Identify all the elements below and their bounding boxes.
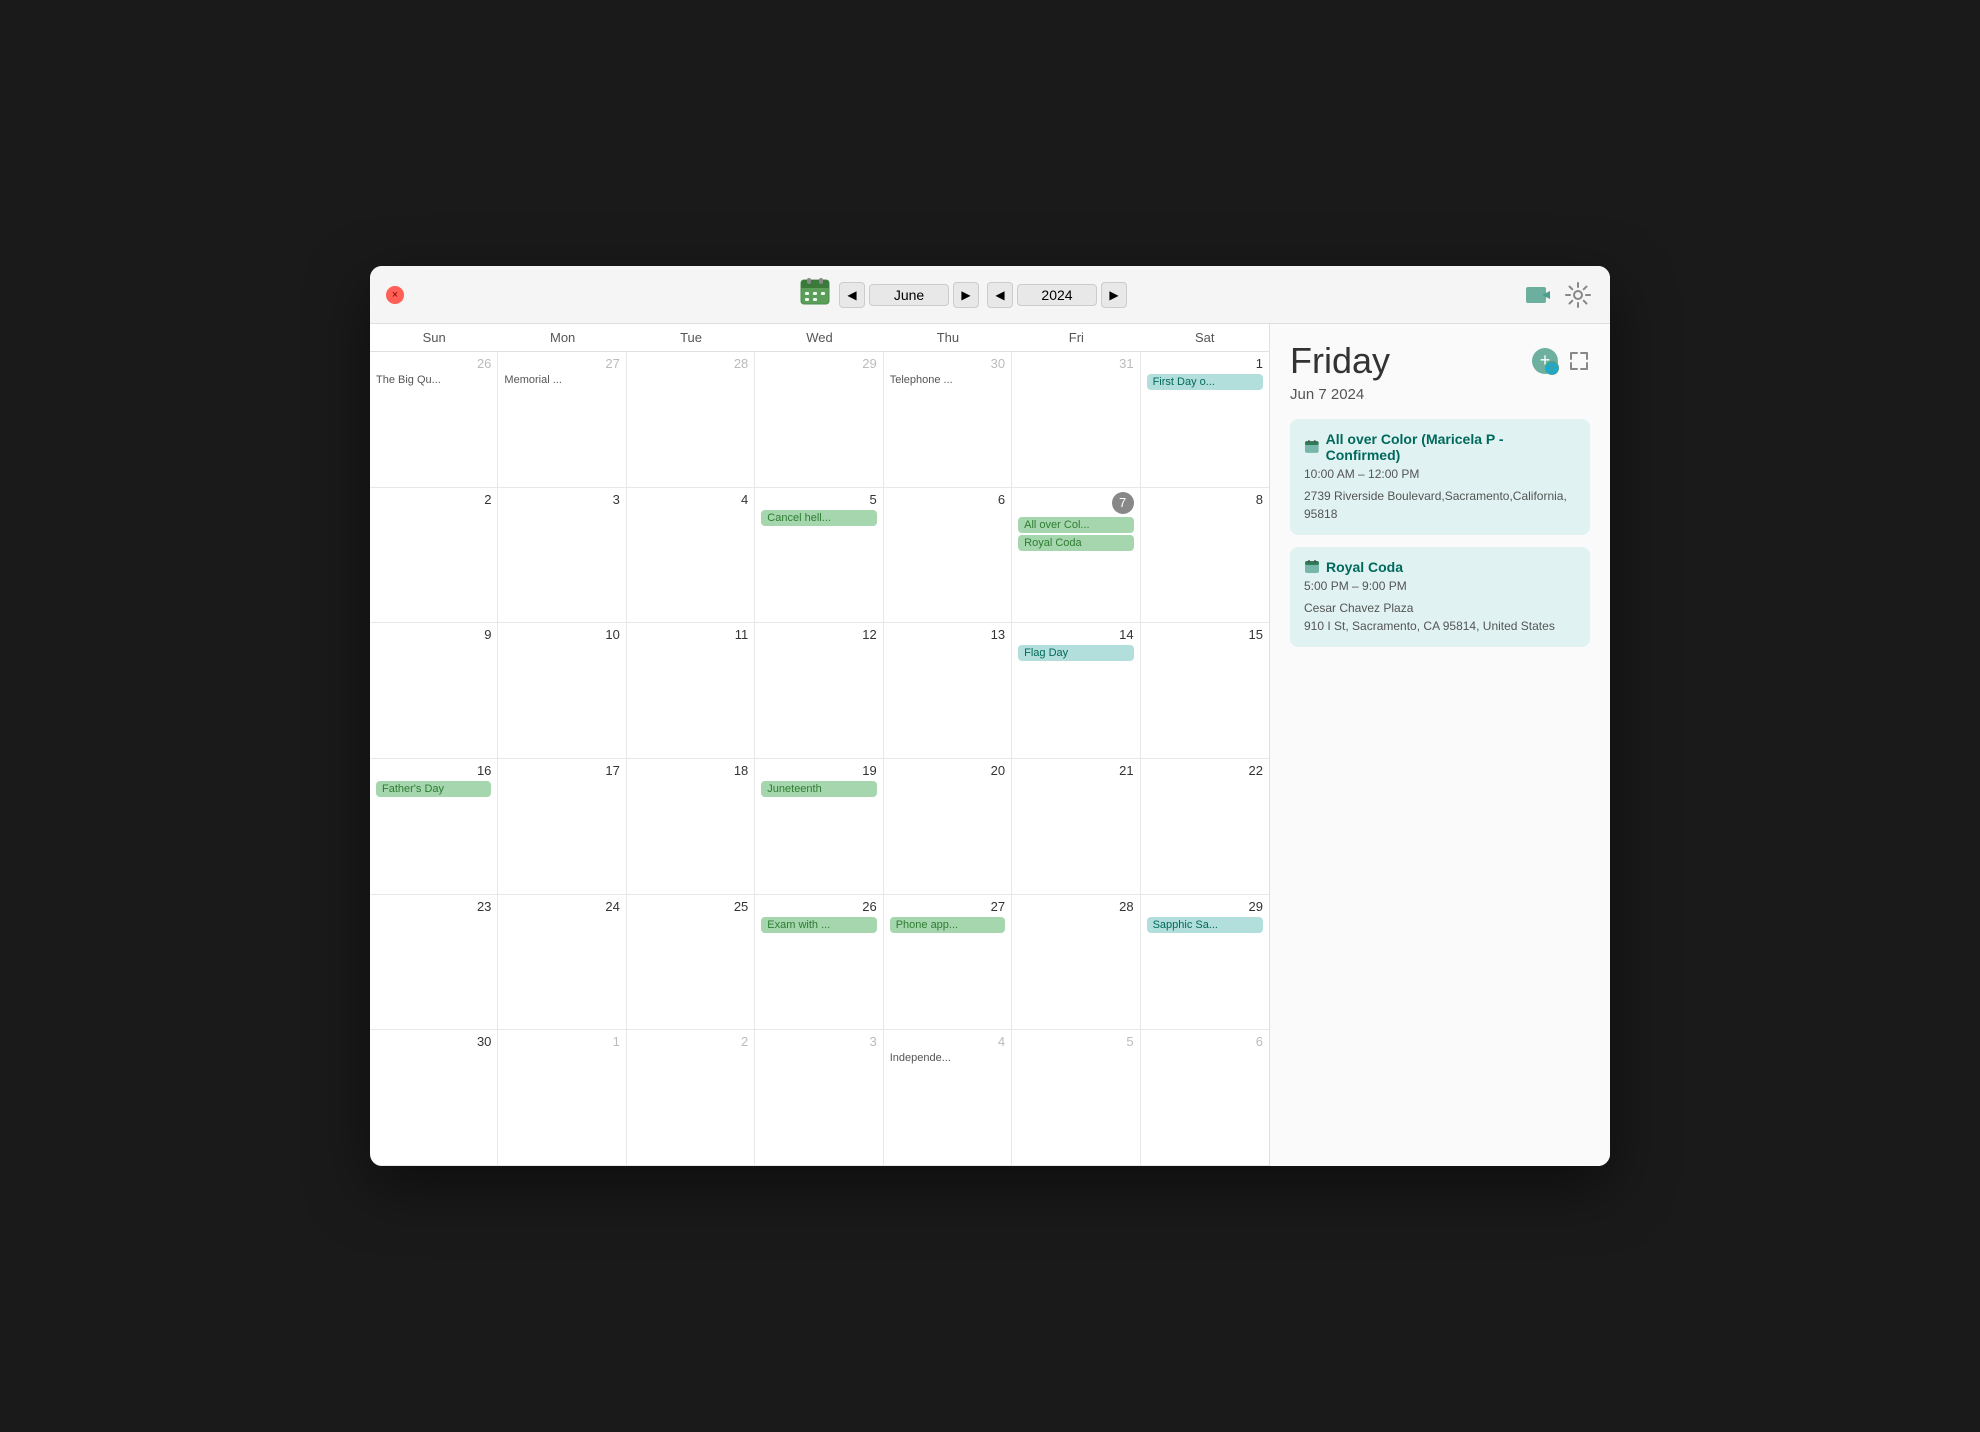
calendar-cell[interactable]: 15 <box>1141 623 1269 759</box>
calendar-cell[interactable]: 21 <box>1012 759 1140 895</box>
calendar-cell[interactable]: 24 <box>498 895 626 1031</box>
event-chip[interactable]: First Day o... <box>1147 374 1263 390</box>
calendar-cell[interactable]: 14Flag Day <box>1012 623 1140 759</box>
calendar-cell[interactable]: 4Independe... <box>884 1030 1012 1166</box>
month-next-btn[interactable]: ▶ <box>953 282 979 308</box>
calendar-cell[interactable]: 23 <box>370 895 498 1031</box>
calendar-small-icon <box>1304 439 1320 455</box>
detail-day-name: Friday <box>1290 340 1390 382</box>
calendar-cell[interactable]: 22 <box>1141 759 1269 895</box>
calendar-cell[interactable]: 30 <box>370 1030 498 1166</box>
month-prev-btn[interactable]: ◀ <box>839 282 865 308</box>
calendar-cell[interactable]: 10 <box>498 623 626 759</box>
calendar-small-icon-2 <box>1304 559 1320 575</box>
calendar-cell[interactable]: 8 <box>1141 488 1269 624</box>
close-button[interactable]: × <box>386 286 404 304</box>
calendar-cell[interactable]: 29 <box>755 352 883 488</box>
event-chip[interactable]: Independe... <box>890 1052 1005 1064</box>
day-header-thu: Thu <box>884 324 1012 351</box>
detail-event-1-title: All over Color (Maricela P - Confirmed) <box>1304 431 1576 463</box>
calendar-cell[interactable]: 6 <box>1141 1030 1269 1166</box>
day-header-mon: Mon <box>498 324 626 351</box>
calendar-cell[interactable]: 11 <box>627 623 755 759</box>
calendar-cell[interactable]: 3 <box>755 1030 883 1166</box>
event-chip[interactable]: Juneteenth <box>761 781 876 797</box>
calendar-section: Sun Mon Tue Wed Thu Fri Sat 26The Big Qu… <box>370 324 1270 1166</box>
day-header-sat: Sat <box>1141 324 1269 351</box>
calendar-cell[interactable]: 5 <box>1012 1030 1140 1166</box>
calendar-cell[interactable]: 26Exam with ... <box>755 895 883 1031</box>
calendar-grid: 26The Big Qu...27Memorial ...282930Telep… <box>370 352 1269 1166</box>
calendar-cell[interactable]: 2 <box>627 1030 755 1166</box>
calendar-cell[interactable]: 16Father's Day <box>370 759 498 895</box>
toolbar: × ◀ June ▶ ◀ 2024 <box>370 266 1610 324</box>
detail-event-2[interactable]: Royal Coda 5:00 PM – 9:00 PM Cesar Chave… <box>1290 547 1590 647</box>
calendar-cell[interactable]: 18 <box>627 759 755 895</box>
calendar-cell[interactable]: 19Juneteenth <box>755 759 883 895</box>
event-chip[interactable]: Exam with ... <box>761 917 876 933</box>
settings-button[interactable] <box>1562 279 1594 311</box>
calendar-cell[interactable]: 28 <box>627 352 755 488</box>
event-chip[interactable]: All over Col... <box>1018 517 1133 533</box>
day-header-fri: Fri <box>1012 324 1140 351</box>
calendar-cell[interactable]: 5Cancel hell... <box>755 488 883 624</box>
calendar-cell[interactable]: 1 <box>498 1030 626 1166</box>
calendar-cell[interactable]: 1First Day o... <box>1141 352 1269 488</box>
detail-event-2-title: Royal Coda <box>1304 559 1576 575</box>
calendar-cell[interactable]: 3 <box>498 488 626 624</box>
detail-header: Friday + 🌐 <box>1290 340 1590 382</box>
calendar-cell[interactable]: 17 <box>498 759 626 895</box>
calendar-cell[interactable]: 27Phone app... <box>884 895 1012 1031</box>
calendar-cell[interactable]: 31 <box>1012 352 1140 488</box>
detail-event-1[interactable]: All over Color (Maricela P - Confirmed) … <box>1290 419 1590 535</box>
month-label: June <box>869 284 949 306</box>
calendar-icon <box>799 276 831 313</box>
event-chip[interactable]: Phone app... <box>890 917 1005 933</box>
event-chip[interactable]: Cancel hell... <box>761 510 876 526</box>
event-chip[interactable]: The Big Qu... <box>376 374 491 386</box>
event-chip[interactable]: Royal Coda <box>1018 535 1133 551</box>
calendar-cell[interactable]: 7All over Col...Royal Coda <box>1012 488 1140 624</box>
event-chip[interactable]: Flag Day <box>1018 645 1133 661</box>
detail-header-icons: + 🌐 <box>1530 346 1590 379</box>
calendar-cell[interactable]: 28 <box>1012 895 1140 1031</box>
calendar-cell[interactable]: 4 <box>627 488 755 624</box>
calendar-cell[interactable]: 30Telephone ... <box>884 352 1012 488</box>
year-nav: ◀ 2024 ▶ <box>987 282 1127 308</box>
app-window: × ◀ June ▶ ◀ 2024 <box>370 266 1610 1166</box>
calendar-cell[interactable]: 13 <box>884 623 1012 759</box>
detail-event-1-time: 10:00 AM – 12:00 PM <box>1304 467 1576 481</box>
calendar-cell[interactable]: 2 <box>370 488 498 624</box>
calendar-cell[interactable]: 25 <box>627 895 755 1031</box>
detail-event-2-address: Cesar Chavez Plaza 910 I St, Sacramento,… <box>1304 599 1576 635</box>
year-next-btn[interactable]: ▶ <box>1101 282 1127 308</box>
event-chip[interactable]: Memorial ... <box>504 374 619 386</box>
calendar-cell[interactable]: 26The Big Qu... <box>370 352 498 488</box>
year-label: 2024 <box>1017 284 1097 306</box>
event-chip[interactable]: Telephone ... <box>890 374 1005 386</box>
main-content: Sun Mon Tue Wed Thu Fri Sat 26The Big Qu… <box>370 324 1610 1166</box>
event-chip[interactable]: Sapphic Sa... <box>1147 917 1263 933</box>
svg-text:🌐: 🌐 <box>1546 362 1558 375</box>
add-event-button[interactable]: + 🌐 <box>1530 346 1560 379</box>
day-header-wed: Wed <box>755 324 883 351</box>
day-headers: Sun Mon Tue Wed Thu Fri Sat <box>370 324 1269 352</box>
event-chip[interactable]: Father's Day <box>376 781 491 797</box>
detail-panel: Friday + 🌐 <box>1270 324 1610 1166</box>
export-button[interactable] <box>1522 279 1554 311</box>
detail-event-2-time: 5:00 PM – 9:00 PM <box>1304 579 1576 593</box>
calendar-cell[interactable]: 29Sapphic Sa... <box>1141 895 1269 1031</box>
expand-button[interactable] <box>1568 350 1590 375</box>
calendar-cell[interactable]: 12 <box>755 623 883 759</box>
day-header-tue: Tue <box>627 324 755 351</box>
detail-event-1-address: 2739 Riverside Boulevard,Sacramento,Cali… <box>1304 487 1576 523</box>
day-header-sun: Sun <box>370 324 498 351</box>
year-prev-btn[interactable]: ◀ <box>987 282 1013 308</box>
calendar-cell[interactable]: 9 <box>370 623 498 759</box>
calendar-cell[interactable]: 27Memorial ... <box>498 352 626 488</box>
month-nav: ◀ June ▶ <box>839 282 979 308</box>
detail-date: Jun 7 2024 <box>1290 386 1590 403</box>
calendar-cell[interactable]: 20 <box>884 759 1012 895</box>
calendar-cell[interactable]: 6 <box>884 488 1012 624</box>
